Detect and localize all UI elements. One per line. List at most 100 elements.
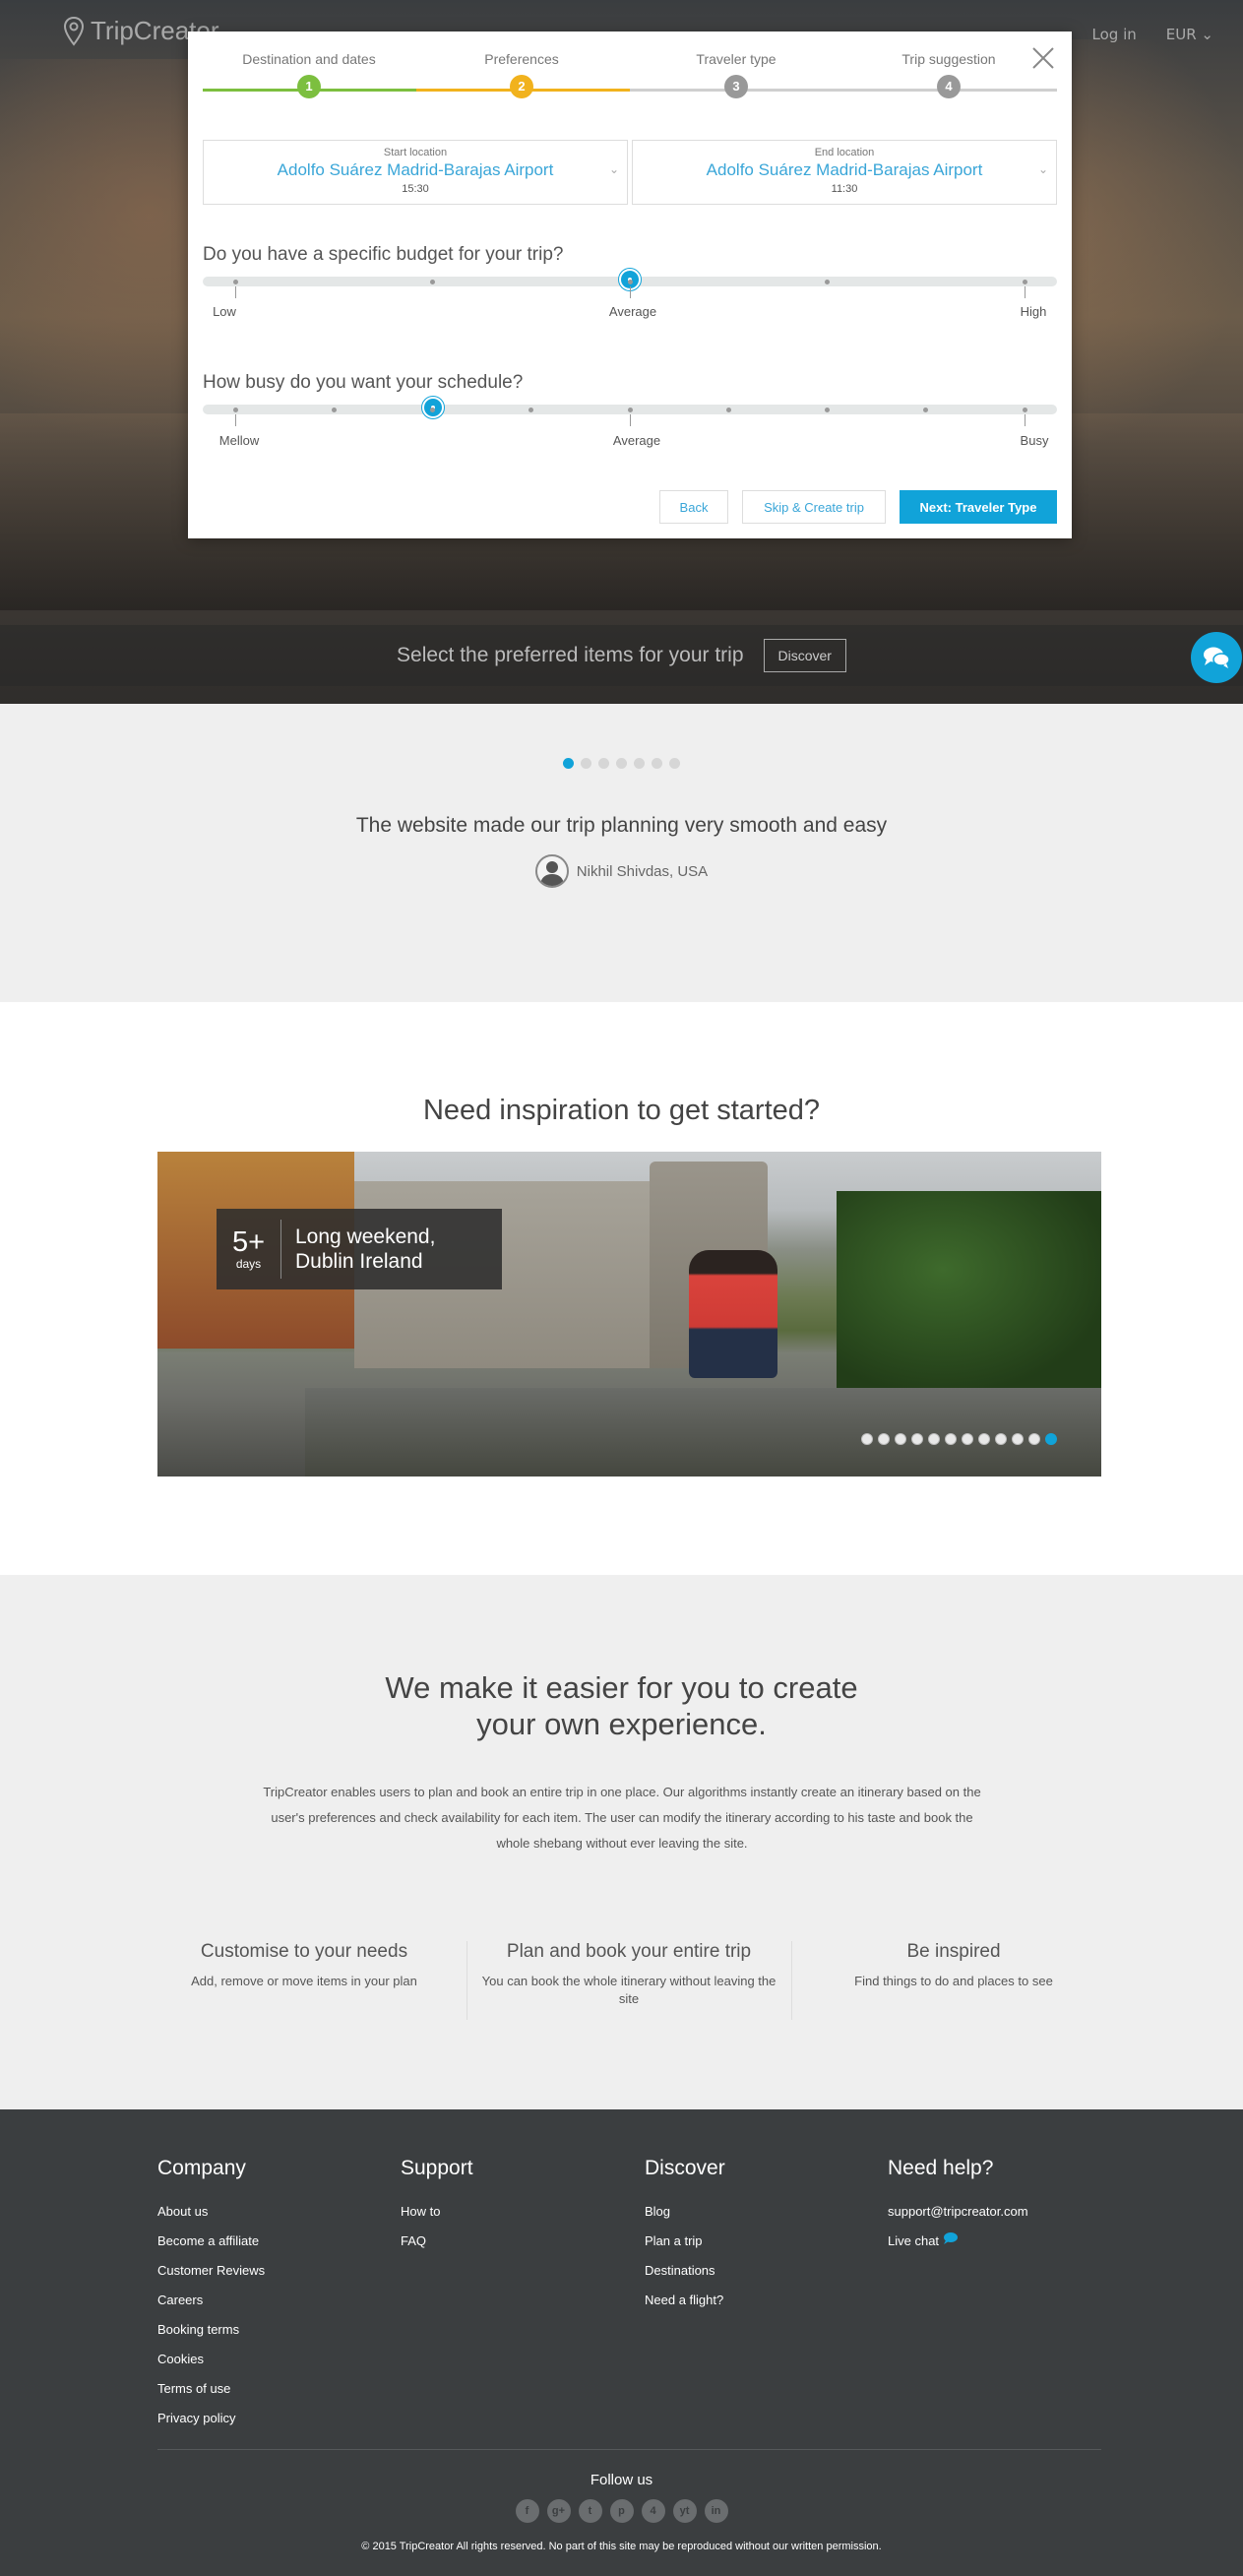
footer-link-affiliate[interactable]: Become a affiliate	[157, 2227, 265, 2256]
footer-support: Support How to FAQ	[401, 2157, 473, 2256]
google-plus-icon[interactable]: g+	[546, 2499, 571, 2523]
footer-link-booking-terms[interactable]: Booking terms	[157, 2315, 265, 2345]
trip-days-label: days	[235, 1256, 262, 1271]
footer-link-privacy[interactable]: Privacy policy	[157, 2404, 265, 2433]
foursquare-icon[interactable]: 4	[641, 2499, 665, 2523]
carousel-dot[interactable]	[978, 1433, 990, 1445]
linkedin-icon[interactable]: in	[704, 2499, 728, 2523]
carousel-dot[interactable]	[1028, 1433, 1040, 1445]
feature-title: Customise to your needs	[200, 1941, 408, 1962]
schedule-question: How busy do you want your schedule?	[203, 372, 524, 393]
budget-slider[interactable]	[203, 269, 1057, 298]
next-traveler-type-button[interactable]: Next: Traveler Type	[900, 490, 1057, 524]
feature-desc: Find things to do and places to see	[854, 1974, 1053, 1988]
features-title-line2: your own experience.	[476, 1707, 767, 1741]
location-pin-icon	[63, 16, 85, 46]
schedule-label-mellow: Mellow	[218, 433, 260, 448]
step-label: Destination and dates	[242, 51, 376, 67]
end-location-select[interactable]: End location Adolfo Suárez Madrid-Baraja…	[632, 140, 1057, 205]
discover-bar: Select the preferred items for your trip…	[0, 625, 1243, 686]
pager-dot[interactable]	[652, 758, 662, 769]
step-preferences[interactable]: Preferences 2	[423, 51, 620, 98]
login-link[interactable]: Log in	[1092, 26, 1137, 43]
pager-dot[interactable]	[634, 758, 645, 769]
footer-link-destinations[interactable]: Destinations	[645, 2256, 725, 2286]
chevron-down-icon: ⌄	[608, 162, 619, 176]
pager-dot[interactable]	[669, 758, 680, 769]
currency-select[interactable]: EUR ⌄	[1166, 26, 1213, 43]
carousel-dot[interactable]	[1045, 1433, 1057, 1445]
footer-help: Need help? support@tripcreator.com Live …	[888, 2157, 1028, 2256]
slider-tick	[923, 408, 929, 412]
carousel-pager[interactable]	[861, 1433, 1057, 1445]
footer-link-blog[interactable]: Blog	[645, 2197, 725, 2227]
user-icon	[539, 861, 564, 886]
carousel-dot[interactable]	[878, 1433, 890, 1445]
pager-dot[interactable]	[598, 758, 609, 769]
pager-dot[interactable]	[581, 758, 591, 769]
features-body: TripCreator enables users to plan and bo…	[263, 1785, 981, 1851]
step-label: Trip suggestion	[901, 51, 996, 67]
footer-link-plan-trip[interactable]: Plan a trip	[645, 2227, 725, 2256]
feature-desc: You can book the whole itinerary without…	[481, 1974, 777, 2006]
footer-link-cookies[interactable]: Cookies	[157, 2345, 265, 2374]
pager-dot[interactable]	[616, 758, 627, 769]
avatar	[534, 854, 569, 888]
carousel-dot[interactable]	[911, 1433, 923, 1445]
testimonial-pager[interactable]	[0, 758, 1243, 769]
footer-heading: Need help?	[888, 2157, 994, 2179]
carousel-dot[interactable]	[945, 1433, 957, 1445]
footer-live-chat-link[interactable]: Live chat	[888, 2227, 1028, 2256]
inspiration-title: Need inspiration to get started?	[422, 1095, 821, 1126]
footer-email-link[interactable]: support@tripcreator.com	[888, 2197, 1028, 2227]
feature-desc: Add, remove or move items in your plan	[191, 1974, 417, 1988]
trip-days-number: 5+	[231, 1225, 266, 1258]
footer-heading: Discover	[645, 2157, 725, 2179]
back-button[interactable]: Back	[659, 490, 728, 524]
start-location-select[interactable]: Start location Adolfo Suárez Madrid-Bara…	[203, 140, 628, 205]
twitter-icon[interactable]: t	[578, 2499, 602, 2523]
pinterest-icon[interactable]: p	[609, 2499, 634, 2523]
chevron-down-icon: ⌄	[1037, 162, 1048, 176]
step-number: 2	[510, 75, 533, 98]
testimonial-quote: The website made our trip planning very …	[355, 814, 888, 837]
footer-link-about[interactable]: About us	[157, 2197, 265, 2227]
step-destination[interactable]: Destination and dates 1	[211, 51, 407, 98]
step-traveler-type[interactable]: Traveler type 3	[638, 51, 835, 98]
skip-create-trip-button[interactable]: Skip & Create trip	[742, 490, 886, 524]
facebook-icon[interactable]: f	[515, 2499, 539, 2523]
footer-link-terms[interactable]: Terms of use	[157, 2374, 265, 2404]
chat-icon	[943, 2232, 958, 2244]
trip-caption[interactable]: 5+ days Long weekend, Dublin Ireland	[217, 1209, 502, 1289]
schedule-slider[interactable]	[203, 397, 1057, 426]
footer-link-howto[interactable]: How to	[401, 2197, 473, 2227]
footer: Company About us Become a affiliate Cust…	[0, 2109, 1243, 2576]
carousel-dot[interactable]	[861, 1433, 873, 1445]
step-number: 4	[937, 75, 961, 98]
carousel-dot[interactable]	[962, 1433, 973, 1445]
carousel-dot[interactable]	[1012, 1433, 1024, 1445]
slider-tick	[725, 408, 731, 412]
live-chat-label: Live chat	[888, 2233, 940, 2248]
footer-link-careers[interactable]: Careers	[157, 2286, 265, 2315]
slider-tick	[430, 280, 435, 284]
youtube-icon[interactable]: yt	[672, 2499, 697, 2523]
carousel-dot[interactable]	[928, 1433, 940, 1445]
carousel-dot[interactable]	[995, 1433, 1007, 1445]
carousel-dot[interactable]	[895, 1433, 906, 1445]
start-location-title: Start location	[383, 147, 448, 158]
chat-button[interactable]	[1191, 632, 1242, 683]
footer-link-faq[interactable]: FAQ	[401, 2227, 473, 2256]
schedule-label-average: Average	[612, 433, 661, 448]
footer-link-flight[interactable]: Need a flight?	[645, 2286, 725, 2315]
progress-steps: Destination and dates 1 Preferences 2 Tr…	[203, 51, 1057, 110]
footer-link-reviews[interactable]: Customer Reviews	[157, 2256, 265, 2286]
feature-customise: Customise to your needs Add, remove or m…	[142, 1941, 466, 1990]
chat-icon	[1204, 647, 1230, 668]
footer-discover: Discover Blog Plan a trip Destinations N…	[645, 2157, 725, 2315]
inspiration-carousel[interactable]: 5+ days Long weekend, Dublin Ireland	[157, 1152, 1101, 1476]
discover-button[interactable]: Discover	[763, 639, 846, 672]
pager-dot[interactable]	[563, 758, 574, 769]
step-trip-suggestion[interactable]: Trip suggestion 4	[850, 51, 1047, 98]
footer-heading: Support	[401, 2157, 473, 2179]
